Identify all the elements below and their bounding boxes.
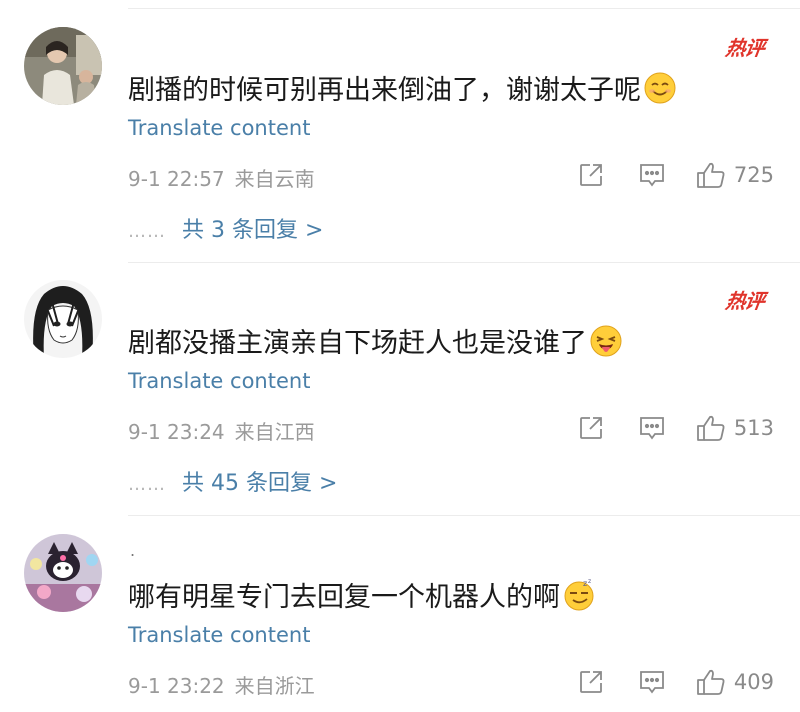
reply-button[interactable]	[638, 669, 666, 695]
avatar[interactable]	[24, 534, 102, 612]
reply-dots: ……	[128, 221, 166, 242]
comment-divider	[128, 262, 800, 263]
reply-count-label: 共 3 条回复 >	[182, 218, 324, 243]
hot-comment-badge: 热评	[724, 289, 766, 313]
like-count: 409	[733, 670, 774, 694]
reply-dots: ……	[128, 474, 166, 495]
comment-meta: 9-1 23:24 来自江西	[128, 416, 315, 445]
avatar[interactable]	[24, 280, 102, 358]
translate-link[interactable]: Translate content	[128, 116, 310, 140]
translate-link[interactable]: Translate content	[128, 369, 310, 393]
comment-text: 剧播的时候可别再出来倒油了，谢谢太子呢	[128, 68, 676, 107]
share-icon	[580, 671, 602, 693]
comment-location: 来自浙江	[234, 674, 315, 698]
comment-text: 哪有明星专门去回复一个机器人的啊 z z	[128, 575, 595, 614]
comment-actions: 725	[578, 161, 774, 189]
share-icon	[580, 417, 602, 439]
thumbs-up-icon	[697, 162, 725, 188]
comment-text-content: 剧都没播主演亲自下场赶人也是没谁了	[128, 328, 587, 359]
view-replies-link[interactable]: …… 共 3 条回复 >	[128, 212, 323, 244]
top-divider	[128, 8, 800, 9]
view-replies-link[interactable]: …… 共 45 条回复 >	[128, 465, 337, 497]
comment-text-content: 哪有明星专门去回复一个机器人的啊	[128, 582, 560, 613]
comment-time: 9-1 22:57	[128, 167, 225, 191]
thumbs-up-icon	[697, 415, 725, 441]
comment-actions: 409	[578, 668, 774, 696]
smiling-face-icon	[644, 72, 676, 104]
like-button[interactable]: 409	[696, 668, 774, 696]
comment-actions: 513	[578, 414, 774, 442]
share-button[interactable]	[578, 669, 604, 695]
comment-time: 9-1 23:22	[128, 674, 225, 698]
share-icon	[580, 164, 602, 186]
like-button[interactable]: 513	[696, 414, 774, 442]
comment-text-content: 剧播的时候可别再出来倒油了，谢谢太子呢	[128, 75, 641, 106]
reply-count-label: 共 45 条回复 >	[182, 471, 338, 496]
svg-text:z: z	[583, 579, 587, 588]
comment-bubble-icon	[640, 417, 664, 440]
reply-button[interactable]	[638, 415, 666, 441]
svg-text:z: z	[588, 579, 591, 585]
comment-meta: 9-1 23:22 来自浙江	[128, 670, 315, 699]
thumbs-up-icon	[697, 669, 725, 695]
commenter-name[interactable]: .	[130, 541, 135, 560]
tongue-out-face-icon	[590, 325, 622, 357]
reply-button[interactable]	[638, 162, 666, 188]
hot-comment-badge: 热评	[724, 36, 766, 60]
comment-location: 来自江西	[234, 420, 315, 444]
like-count: 725	[733, 163, 774, 187]
comment-location: 来自云南	[234, 167, 315, 191]
share-button[interactable]	[578, 162, 604, 188]
sleepy-smirk-face-icon: z z	[564, 579, 594, 611]
comment-bubble-icon	[640, 164, 664, 187]
comment-meta: 9-1 22:57 来自云南	[128, 163, 315, 192]
comment-divider	[128, 515, 800, 516]
comment-bubble-icon	[640, 671, 664, 694]
avatar[interactable]	[24, 27, 102, 105]
like-count: 513	[733, 416, 774, 440]
share-button[interactable]	[578, 415, 604, 441]
translate-link[interactable]: Translate content	[128, 623, 310, 647]
like-button[interactable]: 725	[696, 161, 774, 189]
comment-text: 剧都没播主演亲自下场赶人也是没谁了	[128, 321, 622, 360]
comment-time: 9-1 23:24	[128, 420, 225, 444]
